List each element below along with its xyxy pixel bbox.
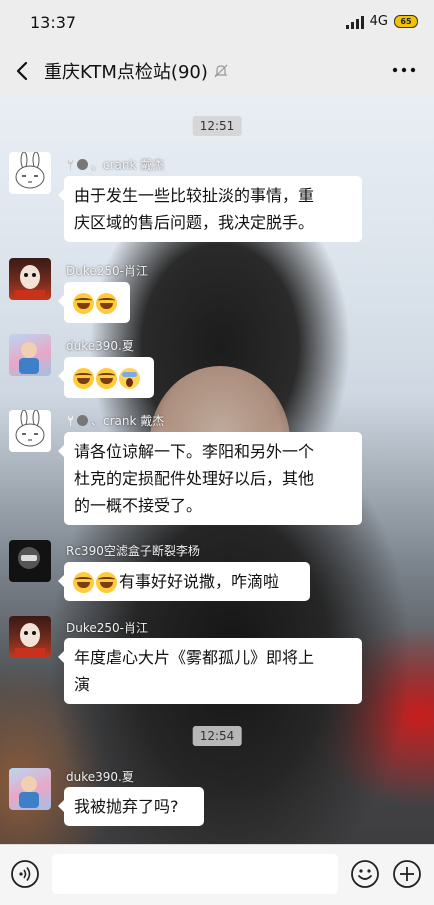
avatar[interactable] xyxy=(9,410,51,452)
laugh-cry-emoji-icon xyxy=(96,368,117,389)
sender-name: Duke250-肖江 xyxy=(66,621,148,635)
message-bubble[interactable]: 年度虐心大片《雾都孤儿》即将上 演 xyxy=(58,638,362,704)
signal-icon xyxy=(345,15,364,29)
chat-header: 重庆KTM点检站(90) xyxy=(0,46,434,96)
back-arrow-icon[interactable] xyxy=(12,58,34,84)
message-line: 的一概不接受了。 xyxy=(74,496,203,515)
message-line: 年度虐心大片《雾都孤儿》即将上 xyxy=(74,648,315,667)
doll-avatar-icon xyxy=(15,623,45,658)
more-icon[interactable] xyxy=(390,60,418,80)
timestamp: 12:54 xyxy=(192,726,242,746)
avatar[interactable] xyxy=(9,540,51,582)
status-bar: 13:37 4G 65 xyxy=(0,0,434,46)
sender-name: duke390.夏 xyxy=(66,339,134,353)
message-text: 我被抛弃了吗? xyxy=(74,797,179,816)
sender-name: Rc390空滤盒子断裂李杨 xyxy=(66,544,200,558)
laugh-cry-emoji-icon xyxy=(73,572,94,593)
message-bubble[interactable] xyxy=(58,282,130,323)
timestamp: 12:51 xyxy=(192,116,242,136)
child-avatar-icon xyxy=(19,776,39,808)
rabbit-avatar-icon xyxy=(15,410,45,447)
laugh-cry-emoji-icon xyxy=(73,368,94,389)
message-line: 请各位谅解一下。李阳和另外一个 xyxy=(74,442,315,461)
chat-title: 重庆KTM点检站(90) xyxy=(44,58,228,84)
avatar[interactable] xyxy=(9,334,51,376)
helmet-avatar-icon xyxy=(18,547,40,569)
laugh-cry-emoji-icon xyxy=(73,293,94,314)
voice-icon[interactable] xyxy=(10,859,40,889)
wrench-icon xyxy=(68,159,73,170)
group-name: 重庆KTM点检站(90) xyxy=(44,62,208,83)
emoji-icon[interactable] xyxy=(350,859,380,889)
sender-name: 、crank 戴杰 xyxy=(66,412,164,429)
chat-message-list[interactable]: 12:51 、crank 戴杰 由于发生一些比较扯淡的事情，重 庆区域的售后问题… xyxy=(0,96,434,844)
message-bubble[interactable] xyxy=(58,357,154,398)
scream-emoji-icon xyxy=(119,368,140,389)
avatar[interactable] xyxy=(9,152,51,194)
status-indicators: 4G 65 xyxy=(345,14,418,29)
child-avatar-icon xyxy=(19,342,39,374)
message-bubble[interactable]: 我被抛弃了吗? xyxy=(58,787,204,826)
message-bubble[interactable]: 有事好好说撒，咋滴啦 xyxy=(58,562,310,601)
message-bubble[interactable]: 请各位谅解一下。李阳和另外一个 杜克的定损配件处理好以后，其他 的一概不接受了。 xyxy=(58,432,362,525)
battery-icon: 65 xyxy=(394,15,418,28)
message-bubble[interactable]: 由于发生一些比较扯淡的事情，重 庆区域的售后问题，我决定脱手。 xyxy=(58,176,362,242)
sender-name: 、crank 戴杰 xyxy=(66,156,164,173)
status-time: 13:37 xyxy=(30,13,77,32)
wrench-icon xyxy=(68,415,73,426)
avatar[interactable] xyxy=(9,258,51,300)
avatar[interactable] xyxy=(9,616,51,658)
plus-icon[interactable] xyxy=(392,859,422,889)
sender-name: Duke250-肖江 xyxy=(66,264,148,278)
sender-name: duke390.夏 xyxy=(66,770,134,784)
rabbit-avatar-icon xyxy=(15,152,45,189)
input-bar xyxy=(0,844,434,905)
laugh-cry-emoji-icon xyxy=(96,293,117,314)
message-input[interactable] xyxy=(52,854,338,894)
message-line: 演 xyxy=(74,675,91,694)
badge-icon xyxy=(77,159,88,170)
message-line: 杜克的定损配件处理好以后，其他 xyxy=(74,469,315,488)
message-text: 有事好好说撒，咋滴啦 xyxy=(119,572,280,591)
doll-avatar-icon xyxy=(15,265,45,300)
badge-icon xyxy=(77,415,88,426)
message-line: 庆区域的售后问题，我决定脱手。 xyxy=(74,213,315,232)
laugh-cry-emoji-icon xyxy=(96,572,117,593)
avatar[interactable] xyxy=(9,768,51,810)
message-line: 由于发生一些比较扯淡的事情，重 xyxy=(74,186,315,205)
network-label: 4G xyxy=(369,14,388,29)
bell-off-icon xyxy=(214,64,228,78)
